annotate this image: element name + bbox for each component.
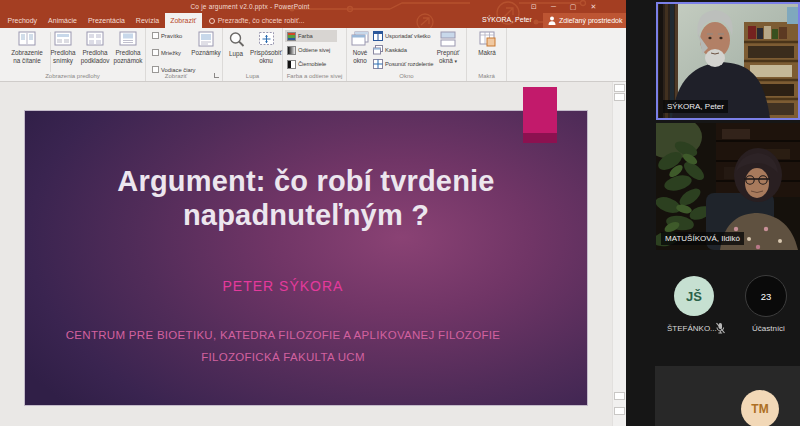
ribbon-group-master-views: Zobrazenie na čítanie Predloha snímky Pr… bbox=[0, 28, 146, 81]
cascade-icon bbox=[373, 45, 383, 55]
grayscale-icon bbox=[287, 46, 296, 55]
grayscale-button[interactable]: Odtiene sivej bbox=[285, 44, 332, 56]
participants-label: Účastníci bbox=[752, 324, 785, 333]
participants-count-circle[interactable]: 23 bbox=[745, 275, 787, 317]
video-tile-matusikova[interactable]: MATUŠÍKOVÁ, Ildikó bbox=[656, 123, 800, 250]
move-split-button[interactable]: Posunúť rozdelenie bbox=[371, 58, 435, 70]
arrange-all-button[interactable]: Usporiadať všetko bbox=[371, 30, 432, 42]
ribbon-group-macros: Makrá Makrá bbox=[467, 28, 507, 81]
group-label: Lupa bbox=[223, 73, 282, 79]
group-label: Makrá bbox=[467, 73, 506, 79]
color-icon bbox=[287, 32, 296, 41]
zoom-button[interactable]: Lupa bbox=[223, 31, 249, 58]
ribbon-tabs: Prechody Animácie Prezentácia Revízia Zo… bbox=[2, 13, 311, 28]
slide-editing-area: Argument: čo robí tvrdenie napadnuteľným… bbox=[0, 82, 612, 426]
titlebar: Co je argument v2.0.pptx - PowerPoint ⊡ … bbox=[0, 0, 626, 28]
tab-animacie[interactable]: Animácie bbox=[43, 13, 83, 28]
signed-in-user[interactable]: SÝKORA, Peter bbox=[482, 16, 532, 23]
slide-title[interactable]: Argument: čo robí tvrdenie napadnuteľným… bbox=[25, 164, 587, 232]
share-button[interactable]: Zdieľaný prostriedok bbox=[543, 13, 626, 28]
minimize-button[interactable]: ─ bbox=[551, 3, 556, 11]
group-label: Farba a odtiene sivej bbox=[283, 73, 346, 79]
black-white-icon bbox=[287, 60, 296, 69]
participant-name-label: ŠTEFÁNKO... bbox=[667, 324, 717, 333]
group-label: Zobrazenia predlohy bbox=[0, 73, 145, 79]
scrollbar-thumb[interactable] bbox=[614, 93, 625, 101]
desktop: Co je argument v2.0.pptx - PowerPoint ⊡ … bbox=[0, 0, 800, 426]
reading-view-button[interactable]: Zobrazenie na čítanie bbox=[6, 31, 48, 65]
checkbox[interactable] bbox=[152, 49, 159, 56]
mic-muted-icon bbox=[715, 322, 726, 334]
tab-prechody[interactable]: Prechody bbox=[2, 13, 43, 28]
tab-prezentacia[interactable]: Prezentácia bbox=[82, 13, 130, 28]
fit-to-window-button[interactable]: Prispôsobiť oknu bbox=[249, 31, 283, 65]
participant-name-label: SÝKORA, Peter bbox=[663, 100, 728, 113]
macros-button[interactable]: Makrá bbox=[471, 31, 503, 57]
close-button[interactable]: ✕ bbox=[590, 3, 596, 11]
fit-window-icon bbox=[258, 31, 275, 47]
avatar-tm: TM bbox=[741, 390, 779, 426]
new-window-button[interactable]: Nové okno bbox=[347, 31, 373, 65]
maximize-button[interactable]: ▢ bbox=[570, 3, 577, 11]
ribbon-group-zoom: Lupa Prispôsobiť oknu Lupa bbox=[223, 28, 283, 81]
video-matusikova bbox=[656, 123, 800, 250]
notes-icon bbox=[197, 31, 215, 47]
gridlines-checkbox[interactable]: Mriežky bbox=[152, 49, 181, 56]
color-button[interactable]: Farba bbox=[285, 30, 337, 42]
ribbon-group-window: Nové okno Usporiadať všetko Kaskáda Posu… bbox=[347, 28, 467, 81]
notes-button[interactable]: Poznámky bbox=[190, 31, 222, 57]
checkbox[interactable] bbox=[152, 32, 159, 39]
window-title: Co je argument v2.0.pptx - PowerPoint bbox=[155, 3, 345, 10]
vertical-scrollbar[interactable] bbox=[612, 82, 626, 426]
arrange-all-icon bbox=[373, 31, 383, 41]
slide-master-icon bbox=[54, 31, 72, 47]
dialog-launcher[interactable] bbox=[214, 73, 219, 78]
video-tile-sykora[interactable]: SÝKORA, Peter bbox=[656, 2, 800, 120]
ribbon: ni Zobrazenie na čítanie Predloha snímky… bbox=[0, 28, 626, 82]
powerpoint-window: Co je argument v2.0.pptx - PowerPoint ⊡ … bbox=[0, 0, 626, 426]
switch-windows-button[interactable]: Prepnúť okná ▾ bbox=[431, 31, 465, 65]
ruler-checkbox[interactable]: Pravítko bbox=[152, 32, 182, 39]
dropdown-arrow-icon: ▾ bbox=[454, 58, 457, 64]
magnifier-icon bbox=[228, 31, 245, 48]
slide[interactable]: Argument: čo robí tvrdenie napadnuteľným… bbox=[24, 110, 588, 406]
tab-revizia[interactable]: Revízia bbox=[130, 13, 164, 28]
next-slide-button[interactable] bbox=[614, 407, 625, 415]
participant-name-label: MATUŠÍKOVÁ, Ildikó bbox=[661, 232, 744, 245]
move-split-icon bbox=[373, 59, 383, 69]
ribbon-group-color: Farba Odtiene sivej Čiernobiele Farba a … bbox=[283, 28, 347, 81]
switch-windows-icon bbox=[439, 31, 457, 47]
ribbon-display-options-button[interactable]: ⊡ bbox=[531, 3, 537, 11]
tell-me-box[interactable]: Prezraďte, čo chcete robiť... bbox=[202, 13, 312, 28]
meeting-panel: SÝKORA, Peter bbox=[626, 0, 800, 426]
slide-affiliation[interactable]: CENTRUM PRE BIOETIKU, KATEDRA FILOZOFIE … bbox=[2, 324, 564, 368]
notes-master-icon bbox=[119, 31, 137, 47]
cascade-button[interactable]: Kaskáda bbox=[371, 44, 409, 56]
ribbon-group-show: Pravítko Mriežky Vodiace čiary Poznámky … bbox=[146, 28, 223, 81]
scroll-up-button[interactable] bbox=[614, 84, 625, 92]
video-tile-tm[interactable]: TM bbox=[655, 366, 800, 426]
group-label: Zobraziť bbox=[146, 73, 206, 79]
handout-master-icon bbox=[86, 31, 104, 47]
new-window-icon bbox=[351, 31, 369, 47]
black-white-button[interactable]: Čiernobiele bbox=[285, 58, 328, 70]
person-icon bbox=[548, 16, 556, 25]
checkbox[interactable] bbox=[152, 66, 159, 73]
guides-checkbox[interactable]: Vodiace čiary bbox=[152, 66, 195, 73]
slide-author[interactable]: PETER SÝKORA bbox=[2, 278, 564, 294]
notes-master-button[interactable]: Predloha poznámok bbox=[109, 31, 147, 65]
avatar-stefanko[interactable]: JŠ bbox=[674, 276, 714, 316]
slide-accent-rectangle bbox=[523, 87, 557, 143]
lightbulb-icon bbox=[209, 18, 215, 24]
tab-zobrazit[interactable]: Zobraziť bbox=[165, 13, 202, 28]
reading-view-icon bbox=[18, 31, 36, 47]
group-label: Okno bbox=[347, 73, 466, 79]
macros-icon bbox=[478, 31, 496, 47]
previous-slide-button[interactable] bbox=[614, 392, 625, 400]
